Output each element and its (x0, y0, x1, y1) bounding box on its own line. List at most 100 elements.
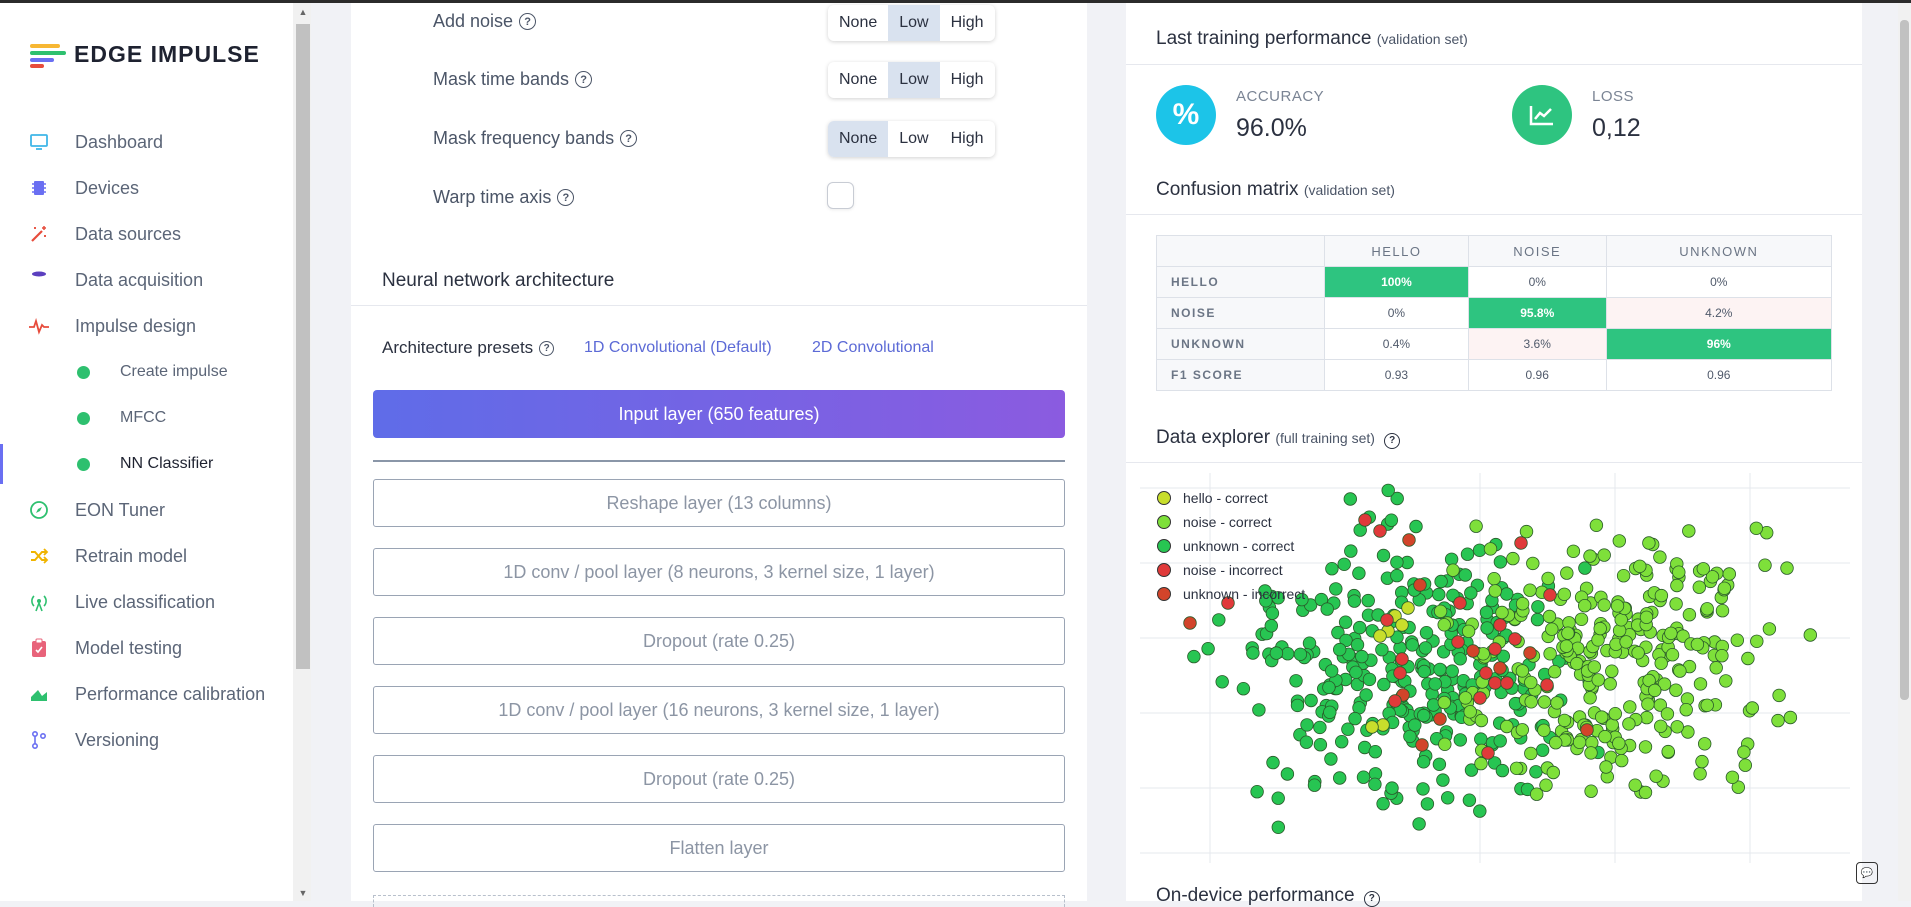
data-point[interactable] (1458, 691, 1473, 705)
data-point[interactable] (1356, 770, 1371, 784)
data-point[interactable] (1405, 638, 1420, 652)
data-point[interactable] (1648, 683, 1662, 698)
data-point[interactable] (1412, 817, 1426, 831)
data-point[interactable] (1530, 787, 1544, 801)
data-point[interactable] (1603, 677, 1617, 691)
data-point[interactable] (1584, 784, 1598, 798)
data-point[interactable] (1508, 632, 1522, 646)
data-point[interactable] (1543, 647, 1557, 661)
data-point[interactable] (1332, 771, 1347, 785)
data-point[interactable] (1737, 745, 1751, 759)
data-point[interactable] (1772, 688, 1786, 703)
data-point[interactable] (1717, 581, 1732, 596)
data-point[interactable] (1493, 555, 1508, 569)
data-point[interactable] (1661, 744, 1675, 759)
data-point[interactable] (1453, 596, 1467, 610)
data-point[interactable] (1722, 567, 1737, 581)
legend-item[interactable]: unknown - incorrect (1157, 586, 1305, 602)
data-point[interactable] (1693, 767, 1707, 781)
data-point[interactable] (1334, 735, 1349, 749)
data-point[interactable] (1631, 646, 1645, 660)
data-point[interactable] (1483, 542, 1498, 556)
data-point[interactable] (1322, 680, 1336, 695)
layer-dropout-1[interactable]: Dropout (rate 0.25) (373, 617, 1065, 665)
data-point[interactable] (1524, 695, 1538, 709)
data-point[interactable] (1445, 664, 1459, 678)
data-point[interactable] (1541, 571, 1555, 586)
data-point[interactable] (1488, 584, 1502, 598)
data-point[interactable] (1741, 651, 1755, 666)
data-point[interactable] (1670, 578, 1684, 593)
data-point[interactable] (1388, 694, 1402, 708)
scroll-up-icon[interactable]: ▲ (296, 5, 310, 19)
data-point[interactable] (1615, 753, 1629, 768)
data-point[interactable] (1771, 713, 1785, 728)
data-point[interactable] (1709, 661, 1723, 675)
data-point[interactable] (1487, 571, 1501, 586)
data-point[interactable] (1693, 677, 1708, 691)
data-point[interactable] (1347, 594, 1362, 608)
warp-time-checkbox[interactable] (827, 182, 854, 209)
data-point[interactable] (1750, 634, 1764, 649)
data-point[interactable] (1432, 757, 1447, 772)
data-point[interactable] (1432, 587, 1446, 602)
data-point[interactable] (1420, 797, 1435, 811)
data-point[interactable] (1557, 587, 1572, 602)
data-point[interactable] (1453, 652, 1467, 666)
data-point[interactable] (1550, 696, 1564, 710)
data-point[interactable] (1304, 693, 1318, 708)
data-point[interactable] (1441, 791, 1455, 805)
data-point[interactable] (1479, 605, 1494, 620)
data-point[interactable] (1348, 711, 1362, 726)
data-point[interactable] (1320, 602, 1334, 616)
data-point[interactable] (1623, 700, 1637, 714)
data-point[interactable] (1300, 718, 1314, 732)
data-point[interactable] (1526, 556, 1540, 571)
sidebar-item-devices[interactable]: Devices (0, 168, 293, 208)
add-layer-placeholder[interactable] (373, 895, 1065, 907)
data-point[interactable] (1574, 612, 1589, 627)
data-point[interactable] (1438, 737, 1452, 752)
data-point[interactable] (1250, 785, 1264, 799)
data-point[interactable] (1664, 626, 1678, 641)
data-point[interactable] (1365, 720, 1379, 734)
data-point[interactable] (1583, 549, 1597, 563)
data-point[interactable] (1434, 574, 1448, 589)
data-point[interactable] (1337, 557, 1351, 572)
legend-item[interactable]: unknown - correct (1157, 538, 1294, 554)
data-point[interactable] (1329, 582, 1343, 596)
data-point[interactable] (1373, 524, 1387, 538)
sidebar-scrollbar-thumb[interactable] (296, 24, 310, 669)
legend-item[interactable]: hello - correct (1157, 490, 1268, 506)
mask-freq-option-none[interactable]: None (828, 121, 889, 157)
data-point[interactable] (1669, 683, 1683, 697)
data-point[interactable] (1376, 718, 1390, 732)
data-point[interactable] (1324, 752, 1338, 766)
data-point[interactable] (1692, 580, 1707, 594)
layer-conv1d-1[interactable]: 1D conv / pool layer (8 neurons, 3 kerne… (373, 548, 1065, 596)
data-point[interactable] (1264, 619, 1279, 633)
data-point[interactable] (1408, 718, 1422, 732)
data-point[interactable] (1368, 745, 1383, 759)
data-point[interactable] (1523, 646, 1537, 660)
data-point[interactable] (1531, 600, 1545, 614)
data-point[interactable] (1669, 597, 1683, 611)
data-point[interactable] (1619, 635, 1633, 649)
data-point[interactable] (1495, 763, 1510, 778)
data-point[interactable] (1515, 723, 1530, 737)
data-point[interactable] (1622, 717, 1636, 731)
data-point[interactable] (1549, 736, 1563, 750)
data-point[interactable] (1593, 621, 1607, 636)
data-point[interactable] (1537, 723, 1551, 737)
data-point[interactable] (1436, 773, 1450, 787)
data-point[interactable] (1349, 665, 1363, 680)
help-icon[interactable]: ? (575, 71, 593, 88)
sidebar-item-create-impulse[interactable]: Create impulse (0, 352, 293, 392)
data-point[interactable] (1324, 664, 1339, 678)
data-point[interactable] (1524, 746, 1538, 761)
data-point[interactable] (1545, 622, 1559, 636)
data-point[interactable] (1355, 649, 1369, 664)
data-point[interactable] (1463, 705, 1477, 719)
data-point[interactable] (1458, 568, 1473, 582)
data-point[interactable] (1417, 708, 1431, 723)
